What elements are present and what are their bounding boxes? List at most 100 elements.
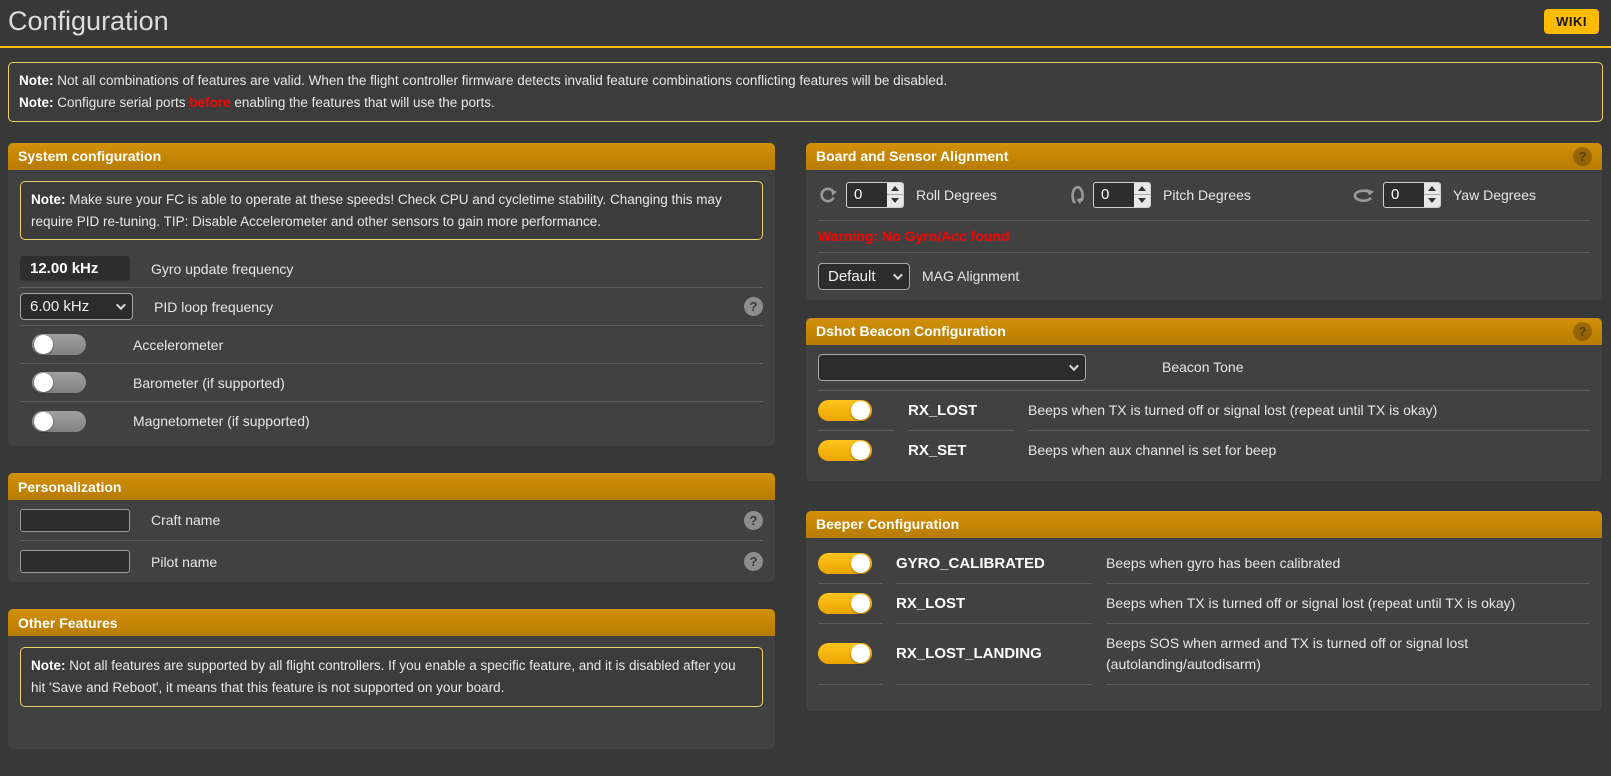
chevron-down-icon xyxy=(893,270,903,280)
board-alignment-panel: Board and Sensor Alignment ? 0 xyxy=(806,143,1602,300)
rx-lost-name: RX_LOST xyxy=(908,391,1014,431)
gyro-calibrated-row: GYRO_CALIBRATED Beeps when gyro has been… xyxy=(818,544,1590,584)
barometer-row: Barometer (if supported) xyxy=(20,364,763,402)
craft-name-input[interactable] xyxy=(20,509,130,532)
rx-set-toggle[interactable] xyxy=(818,440,872,461)
pitch-degrees-label: Pitch Degrees xyxy=(1163,187,1251,203)
accelerometer-toggle[interactable] xyxy=(32,334,86,355)
spin-up-button[interactable] xyxy=(1134,183,1150,196)
spin-up-button[interactable] xyxy=(887,183,903,196)
roll-spinner[interactable] xyxy=(887,183,903,207)
spin-up-button[interactable] xyxy=(1424,183,1440,196)
spin-down-button[interactable] xyxy=(887,195,903,207)
beacon-tone-label: Beacon Tone xyxy=(1162,359,1243,375)
toggle-knob xyxy=(34,373,53,392)
pid-frequency-label: PID loop frequency xyxy=(154,299,273,315)
help-icon[interactable]: ? xyxy=(744,297,763,316)
help-icon[interactable]: ? xyxy=(1573,147,1592,166)
gyro-calibrated-toggle[interactable] xyxy=(818,553,872,574)
barometer-toggle[interactable] xyxy=(32,372,86,393)
before-highlight: before xyxy=(189,95,230,110)
wiki-button[interactable]: WIKI xyxy=(1544,9,1599,34)
system-configuration-panel: System configuration Note: Make sure you… xyxy=(8,143,775,447)
rx-lost-row: RX_LOST Beeps when TX is turned off or s… xyxy=(818,391,1590,431)
pid-frequency-select[interactable]: 6.00 kHz xyxy=(20,293,133,320)
gyro-warning-row: Warning: No Gyro/Acc found xyxy=(818,221,1590,253)
barometer-label: Barometer (if supported) xyxy=(133,375,285,391)
help-icon[interactable]: ? xyxy=(1573,322,1592,341)
personalization-panel: Personalization Craft name ? Pilot name … xyxy=(8,473,775,582)
beacon-tone-select[interactable] xyxy=(818,354,1086,381)
gyro-warning-text: Warning: No Gyro/Acc found xyxy=(818,228,1010,244)
mag-alignment-label: MAG Alignment xyxy=(922,268,1019,284)
other-features-note: Note: Not all features are supported by … xyxy=(20,647,763,707)
rx-set-row: RX_SET Beeps when aux channel is set for… xyxy=(818,431,1590,471)
magnetometer-label: Magnetometer (if supported) xyxy=(133,413,310,429)
pitch-degrees-input[interactable]: 0 xyxy=(1093,182,1151,208)
top-note-line2: Note: Configure serial ports before enab… xyxy=(19,92,1592,114)
rx-set-desc: Beeps when aux channel is set for beep xyxy=(1028,431,1590,471)
rx-lost-landing-toggle[interactable] xyxy=(818,643,872,664)
beacon-tone-row: Beacon Tone xyxy=(818,345,1590,391)
pitch-group: 0 Pitch Degrees xyxy=(1071,182,1353,208)
help-icon[interactable]: ? xyxy=(744,552,763,571)
beeper-configuration-panel: Beeper Configuration GYRO_CALIBRATED Bee… xyxy=(806,511,1602,711)
magnetometer-row: Magnetometer (if supported) xyxy=(20,402,763,440)
gyro-calibrated-name: GYRO_CALIBRATED xyxy=(896,544,1092,584)
system-note: Note: Make sure your FC is able to opera… xyxy=(20,181,763,241)
chevron-down-icon xyxy=(116,301,126,311)
gyro-frequency-label: Gyro update frequency xyxy=(151,261,293,277)
rx-lost-desc: Beeps when TX is turned off or signal lo… xyxy=(1028,391,1590,431)
pid-frequency-row: 6.00 kHz PID loop frequency ? xyxy=(20,288,763,326)
rx-lost-landing-desc: Beeps SOS when armed and TX is turned of… xyxy=(1106,624,1590,685)
gyro-calibrated-desc: Beeps when gyro has been calibrated xyxy=(1106,544,1590,584)
roll-degrees-input[interactable]: 0 xyxy=(846,182,904,208)
spin-down-button[interactable] xyxy=(1424,195,1440,207)
other-features-header: Other Features xyxy=(8,609,775,636)
beeper-rx-lost-desc: Beeps when TX is turned off or signal lo… xyxy=(1106,584,1590,624)
toggle-knob xyxy=(34,412,53,431)
pilot-name-row: Pilot name ? xyxy=(20,541,763,582)
other-features-panel: Other Features Note: Not all features ar… xyxy=(8,609,775,749)
board-alignment-header: Board and Sensor Alignment ? xyxy=(806,143,1602,170)
yaw-spinner[interactable] xyxy=(1424,183,1440,207)
craft-name-row: Craft name ? xyxy=(20,500,763,541)
spin-down-button[interactable] xyxy=(1134,195,1150,207)
beeper-rx-lost-row: RX_LOST Beeps when TX is turned off or s… xyxy=(818,584,1590,624)
rx-set-name: RX_SET xyxy=(908,431,1014,471)
rx-lost-toggle[interactable] xyxy=(818,400,872,421)
personalization-header: Personalization xyxy=(8,473,775,500)
help-icon[interactable]: ? xyxy=(744,511,763,530)
accelerometer-label: Accelerometer xyxy=(133,337,223,353)
dshot-beacon-panel: Dshot Beacon Configuration ? Beacon Tone… xyxy=(806,318,1602,481)
yaw-degrees-label: Yaw Degrees xyxy=(1453,187,1536,203)
alignment-axes-row: 0 Roll Degrees 0 xyxy=(818,170,1590,221)
beeper-configuration-header: Beeper Configuration xyxy=(806,511,1602,538)
toggle-knob xyxy=(851,644,870,663)
rx-lost-landing-row: RX_LOST_LANDING Beeps SOS when armed and… xyxy=(818,624,1590,685)
toggle-knob xyxy=(851,441,870,460)
accelerometer-row: Accelerometer xyxy=(20,326,763,364)
toggle-knob xyxy=(34,335,53,354)
yaw-degrees-input[interactable]: 0 xyxy=(1383,182,1441,208)
mag-alignment-row: Default MAG Alignment xyxy=(818,253,1590,300)
pilot-name-input[interactable] xyxy=(20,550,130,573)
rx-lost-landing-name: RX_LOST_LANDING xyxy=(896,624,1092,685)
toggle-knob xyxy=(851,401,870,420)
chevron-down-icon xyxy=(1069,361,1079,371)
gyro-frequency-value: 12.00 kHz xyxy=(20,256,130,281)
system-configuration-header: System configuration xyxy=(8,143,775,170)
roll-degrees-label: Roll Degrees xyxy=(916,187,997,203)
pilot-name-label: Pilot name xyxy=(151,554,217,570)
beeper-rx-lost-toggle[interactable] xyxy=(818,593,872,614)
mag-alignment-select[interactable]: Default xyxy=(818,263,910,290)
pitch-rotation-icon xyxy=(1071,184,1085,206)
toggle-knob xyxy=(851,594,870,613)
yaw-rotation-icon xyxy=(1353,187,1375,203)
magnetometer-toggle[interactable] xyxy=(32,411,86,432)
roll-rotation-icon xyxy=(818,185,838,205)
gyro-frequency-row: 12.00 kHz Gyro update frequency xyxy=(20,250,763,288)
roll-group: 0 Roll Degrees xyxy=(818,182,1071,208)
pitch-spinner[interactable] xyxy=(1134,183,1150,207)
toggle-knob xyxy=(851,554,870,573)
